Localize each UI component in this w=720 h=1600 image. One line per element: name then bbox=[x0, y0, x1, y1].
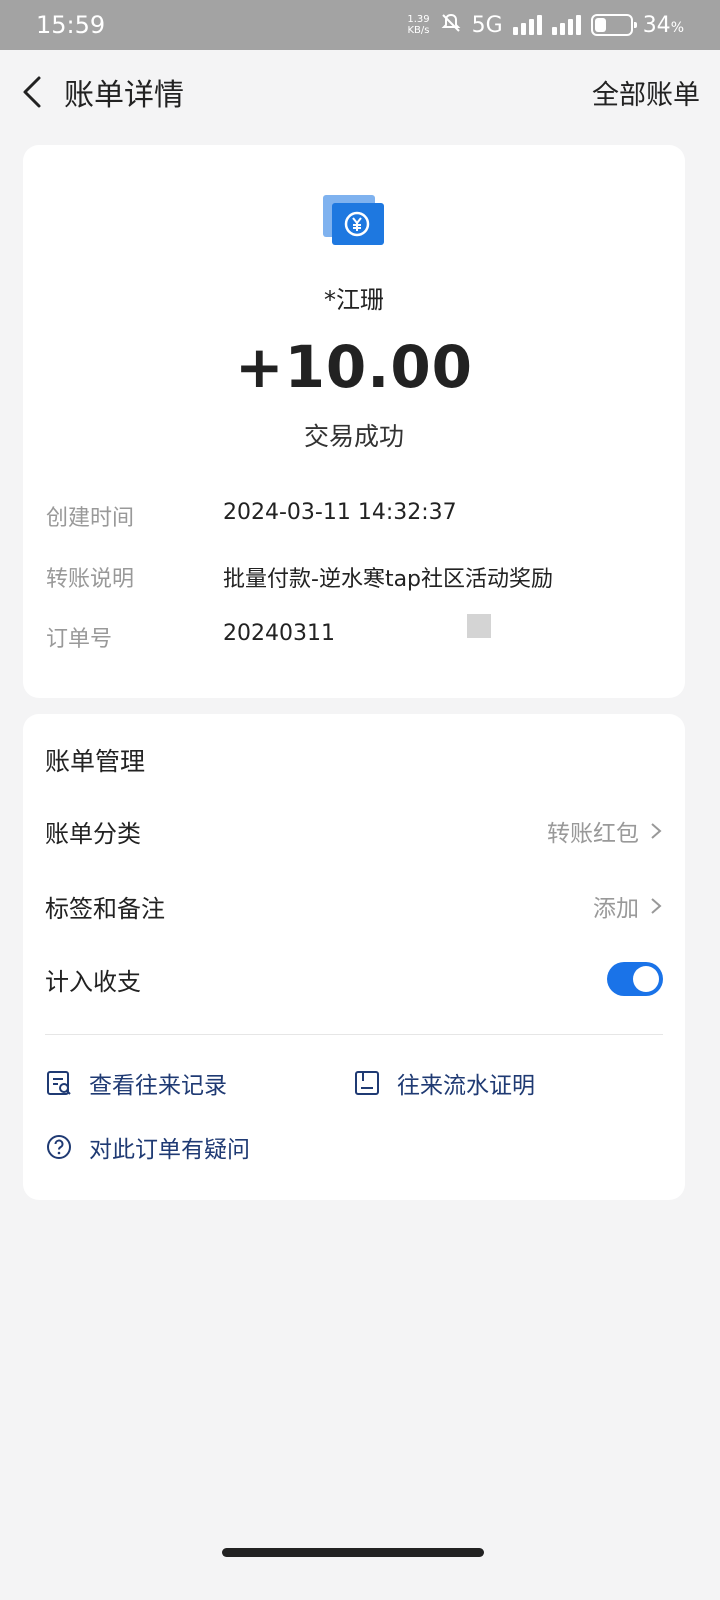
detail-row-created: 创建时间 2024-03-11 14:32:37 bbox=[46, 500, 457, 531]
network-speed: 1.39 KB/s bbox=[407, 14, 430, 36]
question-circle-icon bbox=[47, 1135, 71, 1159]
all-bills-link[interactable]: 全部账单 bbox=[592, 73, 700, 112]
chevron-right-icon bbox=[651, 823, 662, 839]
back-arrow-icon[interactable] bbox=[18, 75, 46, 109]
battery-icon bbox=[590, 14, 637, 36]
transaction-proof-link[interactable]: 往来流水证明 bbox=[353, 1066, 535, 1100]
order-question-link[interactable]: 对此订单有疑问 bbox=[45, 1130, 250, 1164]
count-in-balance-toggle[interactable] bbox=[607, 962, 663, 996]
tag-note-value: 添加 bbox=[593, 896, 639, 922]
view-records-link[interactable]: 查看往来记录 bbox=[45, 1066, 227, 1100]
chevron-right-icon bbox=[651, 898, 662, 914]
count-in-balance-row: 计入收支 bbox=[45, 959, 663, 999]
status-time: 15:59 bbox=[36, 11, 106, 39]
document-icon bbox=[355, 1071, 379, 1095]
signal-icon-2 bbox=[551, 15, 581, 35]
page-title: 账单详情 bbox=[64, 78, 184, 113]
tag-note-row[interactable]: 标签和备注 添加 bbox=[45, 886, 663, 926]
bill-category-row[interactable]: 账单分类 转账红包 bbox=[45, 811, 663, 851]
transfer-yuan-icon bbox=[323, 195, 385, 247]
home-indicator[interactable] bbox=[222, 1548, 484, 1557]
redaction-block bbox=[467, 614, 491, 638]
bill-category-value: 转账红包 bbox=[547, 821, 639, 847]
transaction-status: 交易成功 bbox=[303, 422, 404, 451]
bill-manage-card: 账单管理 账单分类 转账红包 标签和备注 添加 计入收支 查看往来记录 往来流水… bbox=[23, 714, 685, 1200]
transaction-card: *江珊 +10.00 交易成功 创建时间 2024-03-11 14:32:37… bbox=[23, 145, 685, 698]
detail-row-note: 转账说明 批量付款-逆水寒tap社区活动奖励 bbox=[46, 567, 554, 592]
payee-name: *江珊 bbox=[324, 286, 384, 314]
signal-icon bbox=[512, 15, 542, 35]
status-bar: 15:59 1.39 KB/s 5G 34% bbox=[0, 0, 720, 50]
divider bbox=[45, 1034, 663, 1035]
record-list-icon bbox=[47, 1071, 71, 1095]
mute-bell-icon bbox=[440, 12, 462, 39]
detail-row-order: 订单号 20240311 bbox=[46, 621, 335, 652]
nav-bar: 账单详情 全部账单 bbox=[0, 50, 720, 134]
section-title: 账单管理 bbox=[45, 747, 146, 776]
transaction-amount: +10.00 bbox=[234, 333, 474, 401]
network-type: 5G bbox=[471, 12, 503, 38]
battery-percent: 34% bbox=[642, 12, 684, 38]
status-icons: 1.39 KB/s 5G 34% bbox=[407, 12, 684, 39]
